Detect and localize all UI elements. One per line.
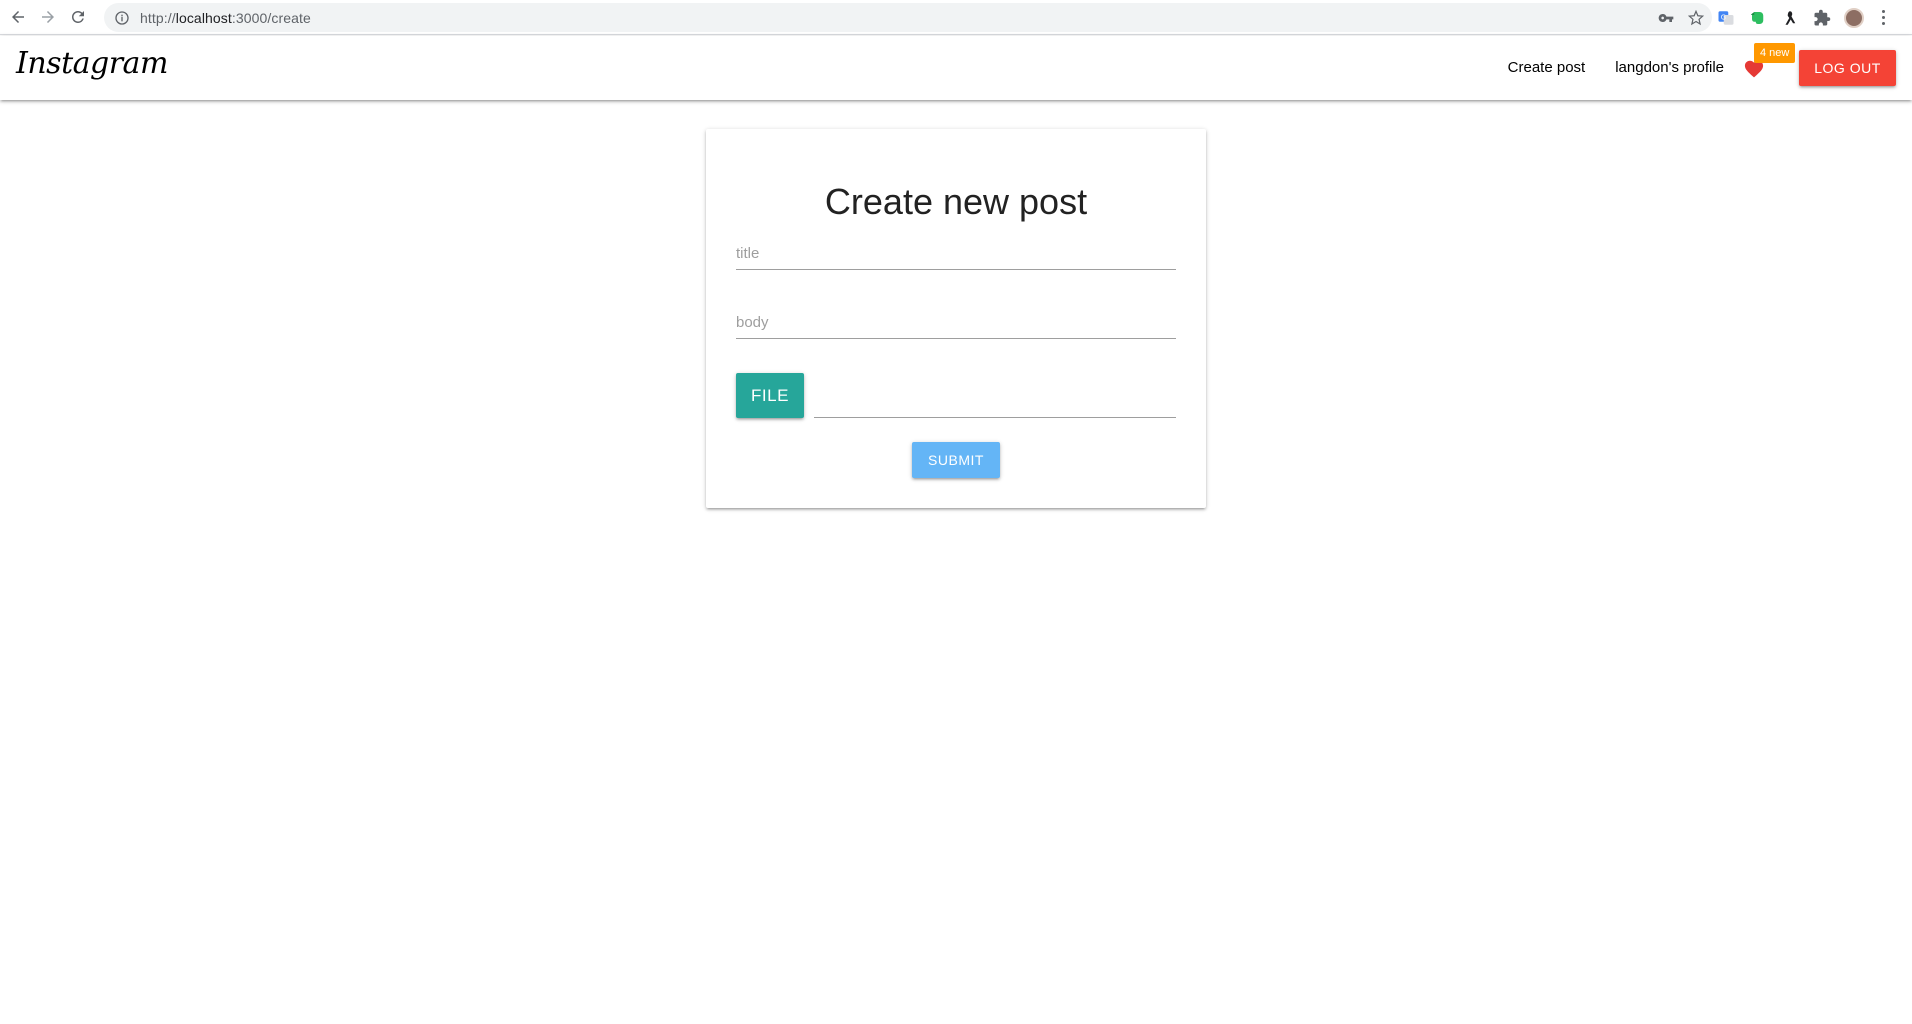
browser-toolbar: http://localhost:3000/create G [0, 0, 1912, 35]
back-arrow-icon [12, 11, 24, 23]
forward-arrow-icon [42, 11, 54, 23]
url-prefix: http:// [140, 9, 176, 26]
reload-button[interactable] [63, 2, 93, 32]
logout-button[interactable]: LOG OUT [1799, 50, 1896, 86]
translate-icon: G [1718, 10, 1734, 25]
url-path: :3000/create [231, 9, 311, 26]
info-icon[interactable] [114, 10, 130, 26]
title-input[interactable] [736, 238, 1176, 270]
body-input[interactable] [736, 307, 1176, 339]
bird-extension[interactable] [1780, 8, 1800, 28]
evernote-icon [1751, 11, 1764, 24]
svg-text:G: G [1721, 13, 1726, 21]
url-text: http://localhost:3000/create [140, 10, 311, 26]
translate-extension[interactable]: G [1716, 8, 1736, 28]
app-navbar: Instagram Create post langdon's profile … [0, 36, 1912, 100]
evernote-extension[interactable] [1748, 8, 1768, 28]
profile-link[interactable]: langdon's profile [1600, 36, 1739, 100]
url-host: localhost [175, 9, 232, 26]
nav-links: Create post langdon's profile 4 new LOG … [1493, 36, 1896, 100]
brand-logo[interactable]: Instagram [16, 46, 168, 81]
avatar[interactable] [1844, 7, 1864, 28]
menu-icon[interactable] [1876, 8, 1890, 28]
key-icon[interactable] [1658, 10, 1674, 26]
puzzle-icon [1814, 9, 1831, 25]
extensions-button[interactable] [1812, 8, 1832, 28]
notification-badge: 4 new [1754, 43, 1796, 63]
create-post-card: Create new post FILE SUBMIT [706, 129, 1206, 508]
submit-button[interactable]: SUBMIT [912, 442, 1000, 478]
forward-button[interactable] [33, 2, 63, 32]
back-button[interactable] [3, 2, 33, 32]
reload-icon [72, 10, 84, 23]
bird-icon [1785, 10, 1796, 25]
file-path-input[interactable] [814, 383, 1176, 418]
file-button[interactable]: FILE [736, 373, 804, 418]
create-post-link[interactable]: Create post [1493, 36, 1601, 100]
page-title: Create new post [824, 181, 1088, 222]
address-bar[interactable]: http://localhost:3000/create [104, 3, 1712, 32]
star-icon[interactable] [1688, 9, 1704, 26]
notifications[interactable]: 4 new [1739, 36, 1799, 100]
